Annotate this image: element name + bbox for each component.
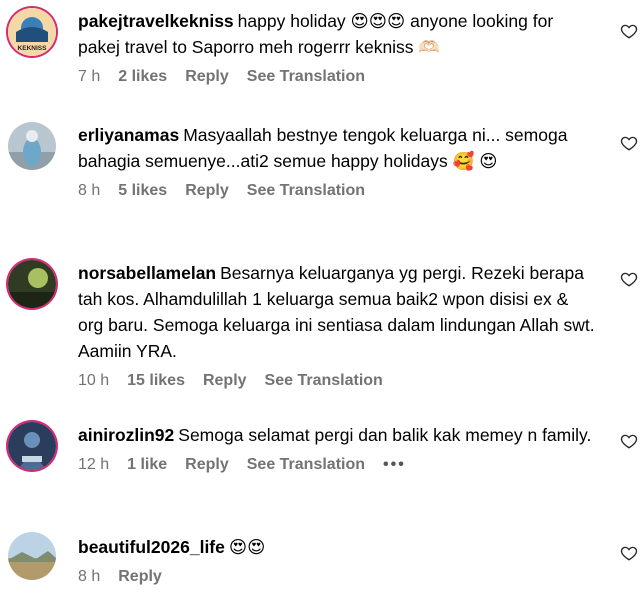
likes-count[interactable]: 1 like <box>127 456 167 474</box>
see-translation-link[interactable]: See Translation <box>247 456 365 474</box>
comment-body: pakejtravelkekniss happy holiday 😍😍😍 anyo… <box>78 8 598 86</box>
comment-content: Semoga selamat pergi dan balik kak memey… <box>178 425 592 445</box>
likes-count[interactable]: 5 likes <box>118 182 167 200</box>
comment-username[interactable]: beautiful2026_life <box>78 537 225 557</box>
comment-text: ainirozlin92 Semoga selamat pergi dan bal… <box>78 422 598 448</box>
comment-meta: 10 h 15 likes Reply See Translation <box>78 372 598 390</box>
avatar[interactable] <box>8 260 56 308</box>
heart-outline-icon[interactable] <box>620 544 638 562</box>
comment-meta: 8 h 5 likes Reply See Translation <box>78 182 598 200</box>
comment-body: norsabellamelan Besarnya keluarganya yg p… <box>78 260 598 390</box>
heart-outline-icon[interactable] <box>620 134 638 152</box>
heart-outline-icon[interactable] <box>620 270 638 288</box>
see-translation-link[interactable]: See Translation <box>265 372 383 390</box>
comment-text: erliyanamas Masyaallah bestnye tengok kel… <box>78 122 598 174</box>
see-translation-link[interactable]: See Translation <box>247 182 365 200</box>
comment-time: 10 h <box>78 372 110 389</box>
comment-username[interactable]: erliyanamas <box>78 125 179 145</box>
comment-body: ainirozlin92 Semoga selamat pergi dan bal… <box>78 422 598 474</box>
more-options-icon[interactable]: ••• <box>383 456 406 474</box>
comment-username[interactable]: norsabellamelan <box>78 263 216 283</box>
heart-outline-icon[interactable] <box>620 432 638 450</box>
comment-body: erliyanamas Masyaallah bestnye tengok kel… <box>78 122 598 200</box>
likes-count[interactable]: 15 likes <box>127 372 185 390</box>
comment-username[interactable]: pakejtravelkekniss <box>78 11 234 31</box>
see-translation-link[interactable]: See Translation <box>247 68 365 86</box>
avatar[interactable]: KEKNISS <box>8 8 56 56</box>
reply-button[interactable]: Reply <box>118 568 162 586</box>
svg-text:KEKNISS: KEKNISS <box>18 45 48 52</box>
comment-meta: 8 h Reply <box>78 568 598 586</box>
comment-time: 8 h <box>78 568 101 585</box>
comment-content: 😍😍 <box>228 537 266 557</box>
reply-button[interactable]: Reply <box>185 68 229 86</box>
comment-text: pakejtravelkekniss happy holiday 😍😍😍 anyo… <box>78 8 598 60</box>
comment-text: beautiful2026_life 😍😍 <box>78 534 598 560</box>
avatar[interactable] <box>8 422 56 470</box>
comment-text: norsabellamelan Besarnya keluarganya yg p… <box>78 260 598 364</box>
comment-time: 8 h <box>78 182 101 199</box>
avatar[interactable] <box>8 122 56 170</box>
comment-meta: 7 h 2 likes Reply See Translation <box>78 68 598 86</box>
reply-button[interactable]: Reply <box>203 372 247 390</box>
comment-time: 7 h <box>78 68 101 85</box>
comment-body: beautiful2026_life 😍😍 8 h Reply <box>78 534 598 586</box>
avatar[interactable] <box>8 532 56 580</box>
heart-outline-icon[interactable] <box>620 22 638 40</box>
comment-meta: 12 h 1 like Reply See Translation ••• <box>78 456 598 474</box>
reply-button[interactable]: Reply <box>185 182 229 200</box>
likes-count[interactable]: 2 likes <box>118 68 167 86</box>
comment-time: 12 h <box>78 456 110 473</box>
reply-button[interactable]: Reply <box>185 456 229 474</box>
comment-username[interactable]: ainirozlin92 <box>78 425 174 445</box>
